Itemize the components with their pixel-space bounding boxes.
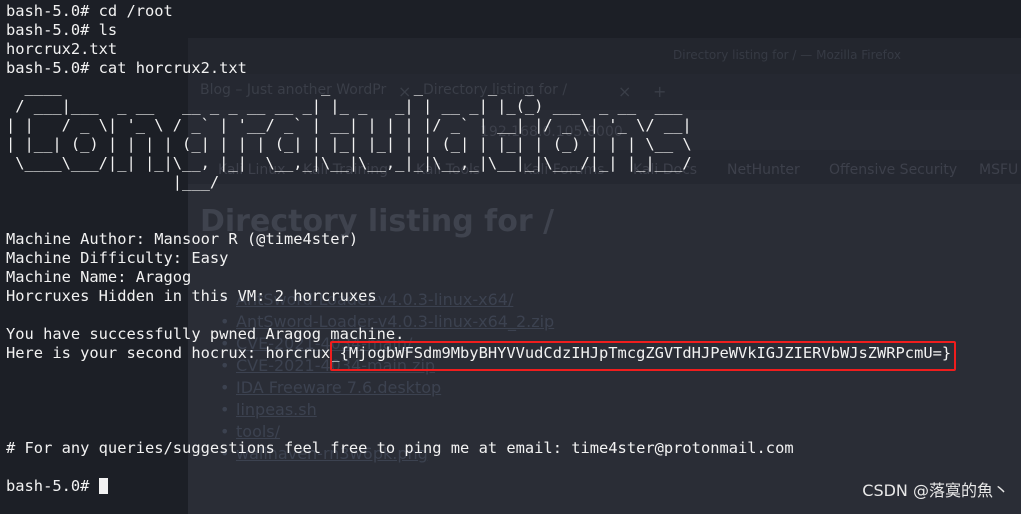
terminal-line: bash-5.0# cat horcrux2.txt bbox=[6, 59, 247, 77]
machine-author: Machine Author: Mansoor R (@time4ster) bbox=[6, 230, 359, 248]
machine-difficulty: Machine Difficulty: Easy bbox=[6, 249, 229, 267]
contact-line: # For any queries/suggestions feel free … bbox=[6, 439, 794, 457]
flag-highlight-box bbox=[330, 341, 956, 371]
horcruxes-count: Horcruxes Hidden in this VM: 2 horcruxes bbox=[6, 287, 377, 305]
watermark: CSDN @落寞的魚丶 bbox=[862, 481, 1009, 500]
bookmark[interactable]: MSFU bbox=[979, 162, 1018, 178]
terminal-output[interactable]: bash-5.0# cd /root bash-5.0# ls horcrux2… bbox=[6, 2, 951, 496]
terminal-line: bash-5.0# ls bbox=[6, 21, 118, 39]
terminal-line: bash-5.0# cd /root bbox=[6, 2, 173, 20]
hocrux-prefix: Here is your second hocrux: horcrux_ bbox=[6, 344, 340, 362]
machine-name: Machine Name: Aragog bbox=[6, 268, 192, 286]
congratulations-ascii-art: ____ _ _ _ _ / ___|___ _ __ __ _ _ __ __… bbox=[6, 78, 692, 191]
terminal-line: horcrux2.txt bbox=[6, 40, 118, 58]
cursor bbox=[98, 478, 108, 494]
shell-prompt: bash-5.0# bbox=[6, 477, 99, 495]
